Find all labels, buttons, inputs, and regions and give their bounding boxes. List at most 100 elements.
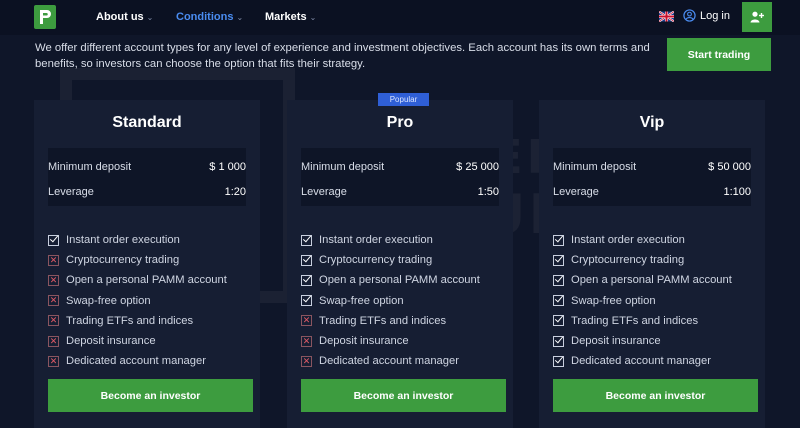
checkbox-cross-icon: ✕ (301, 315, 312, 327)
feature-label: Instant order execution (66, 234, 180, 247)
feature-item: ✕ Trading ETFs and indices (48, 311, 227, 331)
nav-markets[interactable]: Markets ⌄ (265, 11, 316, 23)
feature-item: ✕ Dedicated account manager (48, 351, 227, 371)
feature-item: ✕ Dedicated account manager (301, 351, 480, 371)
feature-item: Instant order execution (48, 230, 227, 250)
popular-badge: Popular (378, 93, 429, 106)
min-deposit-value: $ 1 000 (209, 161, 246, 173)
plan-title: Standard (112, 114, 182, 131)
checkbox-checked-icon (301, 254, 312, 266)
min-deposit-value: $ 25 000 (456, 161, 499, 173)
checkbox-checked-icon (553, 295, 564, 307)
feature-label: Trading ETFs and indices (66, 314, 194, 327)
uk-flag-icon[interactable] (659, 11, 674, 22)
feature-item: ✕ Swap-free option (48, 291, 227, 311)
become-investor-button[interactable]: Become an investor (553, 379, 758, 412)
min-deposit-label: Minimum deposit (48, 161, 132, 173)
min-deposit-row: Minimum deposit $ 1 000 (48, 161, 246, 173)
brand-p-icon[interactable] (34, 5, 56, 29)
chevron-down-icon: ⌄ (309, 13, 317, 22)
feature-label: Deposit insurance (319, 335, 409, 348)
feature-item: Swap-free option (301, 291, 480, 311)
feature-item: ✕ Cryptocurrency trading (48, 250, 227, 270)
checkbox-cross-icon: ✕ (301, 335, 312, 347)
feature-label: Swap-free option (319, 294, 404, 307)
checkbox-cross-icon: ✕ (48, 335, 59, 347)
checkbox-checked-icon (553, 315, 564, 327)
feature-label: Dedicated account manager (319, 355, 459, 368)
leverage-value: 1:20 (224, 186, 246, 198)
feature-item: Instant order execution (301, 230, 480, 250)
feature-label: Cryptocurrency trading (66, 254, 180, 267)
checkbox-checked-icon (553, 234, 564, 246)
checkbox-checked-icon (301, 234, 312, 246)
feature-label: Instant order execution (571, 234, 685, 247)
min-deposit-value: $ 50 000 (708, 161, 751, 173)
checkbox-checked-icon (301, 295, 312, 307)
checkbox-checked-icon (48, 234, 59, 246)
checkbox-checked-icon (553, 274, 564, 286)
feature-label: Deposit insurance (571, 335, 661, 348)
feature-item: Open a personal PAMM account (553, 270, 732, 290)
nav-markets-label: Markets (265, 11, 307, 23)
feature-label: Trading ETFs and indices (571, 314, 699, 327)
nav-conditions[interactable]: Conditions ⌄ (176, 11, 243, 23)
become-investor-button[interactable]: Become an investor (48, 379, 253, 412)
become-investor-button[interactable]: Become an investor (301, 379, 506, 412)
user-plus-icon (750, 11, 764, 23)
plan-card-pro: Pro Minimum deposit $ 25 000 Leverage 1:… (287, 100, 513, 428)
feature-list: Instant order execution Cryptocurrency t… (553, 230, 732, 371)
nav-conditions-label: Conditions (176, 11, 234, 23)
register-button[interactable] (742, 2, 772, 32)
feature-label: Dedicated account manager (571, 355, 711, 368)
checkbox-checked-icon (301, 274, 312, 286)
feature-item: ✕ Trading ETFs and indices (301, 311, 480, 331)
feature-label: Swap-free option (571, 294, 656, 307)
user-circle-icon (683, 9, 696, 22)
checkbox-cross-icon: ✕ (48, 295, 59, 307)
checkbox-cross-icon: ✕ (301, 355, 312, 367)
min-deposit-label: Minimum deposit (553, 161, 637, 173)
feature-item: ✕ Deposit insurance (48, 331, 227, 351)
feature-item: Open a personal PAMM account (301, 270, 480, 290)
start-trading-button[interactable]: Start trading (667, 38, 771, 71)
leverage-row: Leverage 1:20 (48, 186, 246, 198)
top-navbar: About us ⌄ Conditions ⌄ Markets ⌄ Log in (0, 0, 800, 35)
feature-label: Trading ETFs and indices (319, 314, 447, 327)
plan-card-standard: Standard Minimum deposit $ 1 000 Leverag… (34, 100, 260, 428)
leverage-label: Leverage (553, 186, 599, 198)
checkbox-checked-icon (553, 355, 564, 367)
feature-item: Swap-free option (553, 291, 732, 311)
feature-item: ✕ Deposit insurance (301, 331, 480, 351)
checkbox-cross-icon: ✕ (48, 254, 59, 266)
leverage-label: Leverage (301, 186, 347, 198)
checkbox-checked-icon (553, 335, 564, 347)
feature-item: Deposit insurance (553, 331, 732, 351)
leverage-value: 1:50 (477, 186, 499, 198)
nav-about-us[interactable]: About us ⌄ (96, 11, 153, 23)
login-label: Log in (700, 9, 730, 22)
leverage-row: Leverage 1:100 (553, 186, 751, 198)
feature-label: Open a personal PAMM account (66, 274, 227, 287)
feature-label: Cryptocurrency trading (571, 254, 685, 267)
feature-item: Instant order execution (553, 230, 732, 250)
plan-title: Vip (639, 114, 665, 131)
login-link[interactable]: Log in (683, 9, 730, 22)
feature-item: Cryptocurrency trading (301, 250, 480, 270)
feature-list: Instant order execution ✕ Cryptocurrency… (48, 230, 227, 371)
feature-label: Open a personal PAMM account (571, 274, 732, 287)
leverage-row: Leverage 1:50 (301, 186, 499, 198)
feature-list: Instant order execution Cryptocurrency t… (301, 230, 480, 371)
feature-label: Deposit insurance (66, 335, 156, 348)
chevron-down-icon: ⌄ (146, 13, 154, 22)
min-deposit-label: Minimum deposit (301, 161, 385, 173)
plan-title: Pro (386, 114, 414, 131)
nav-about-us-label: About us (96, 11, 144, 23)
feature-label: Cryptocurrency trading (319, 254, 433, 267)
leverage-label: Leverage (48, 186, 94, 198)
checkbox-checked-icon (553, 254, 564, 266)
checkbox-cross-icon: ✕ (48, 274, 59, 286)
feature-item: Cryptocurrency trading (553, 250, 732, 270)
feature-label: Open a personal PAMM account (319, 274, 480, 287)
min-deposit-row: Minimum deposit $ 25 000 (301, 161, 499, 173)
